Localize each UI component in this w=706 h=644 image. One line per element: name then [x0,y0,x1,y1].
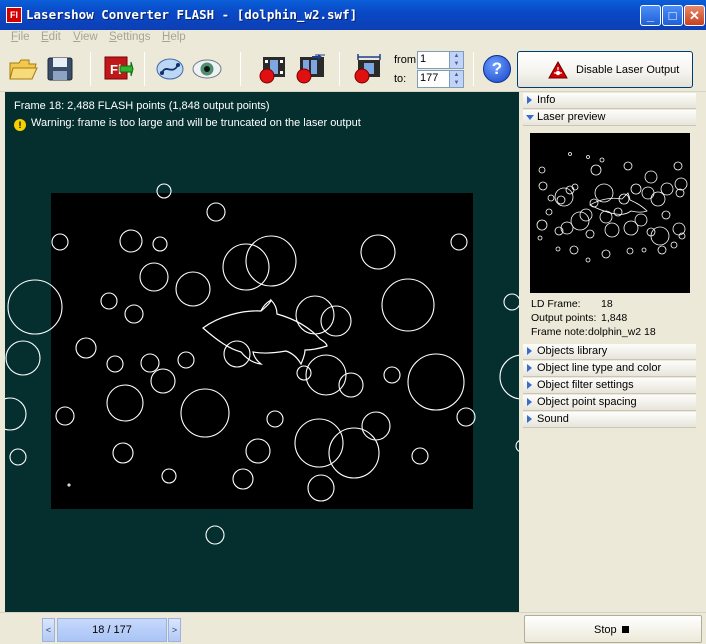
frame-warning: ! Warning: frame is too large and will be… [14,117,361,131]
minimize-button[interactable]: _ [640,5,661,26]
toolbar-separator [90,52,91,86]
eye-icon[interactable] [191,54,223,84]
warning-icon: ! [14,119,26,131]
section-object-line-type-and-color[interactable]: Object line type and color [523,361,696,377]
window-title: Lasershow Converter FLASH - [dolphin_w2.… [26,7,358,22]
chevron-right-icon [527,96,532,104]
previous-frame-button[interactable]: < [42,618,55,642]
section-laser-preview-label: Laser preview [537,111,606,123]
chevron-right-icon [527,364,532,372]
frame-bounds [51,193,473,509]
help-icon: ? [491,59,503,78]
output-points-value: 1,848 [601,312,628,324]
stop-button[interactable]: Stop [524,615,702,643]
section-laser-preview[interactable]: Laser preview [523,110,696,126]
from-frame-stepper[interactable]: 1 ▲ ▼ [417,51,464,69]
chevron-right-icon [527,347,532,355]
frame-note-row: Frame note: dolphin_w2 18 [531,326,656,338]
section-label: Object point spacing [537,396,637,408]
frame-note-key: Frame note: [531,326,588,338]
stop-label: Stop [594,624,617,636]
stepper-arrows-icon[interactable]: ▲ ▼ [449,52,463,68]
disable-laser-output-button[interactable]: Disable Laser Output [517,51,693,88]
record-all-frames-icon[interactable] [294,54,326,84]
section-label: Object filter settings [537,379,634,391]
chevron-right-icon [527,381,532,389]
stop-icon [622,626,629,633]
title-bar: Fl Lasershow Converter FLASH - [dolphin_… [0,0,706,30]
section-objects-library[interactable]: Objects library [523,344,696,360]
warning-text: Warning: frame is too large and will be … [31,117,361,129]
toolbar-separator [240,52,241,86]
to-value: 177 [420,72,439,84]
preview-path-icon[interactable] [154,54,186,84]
record-range-icon[interactable] [352,54,384,84]
laser-preview-drawing [536,152,688,263]
section-info-label: Info [537,94,556,106]
flash-import-icon[interactable]: Fl [102,54,134,84]
section-info[interactable]: Info [523,93,696,109]
open-folder-icon[interactable] [7,54,39,84]
section-label: Object line type and color [537,362,662,374]
side-panel: Info Laser preview LD Frame: 18 Output p… [521,92,701,612]
next-frame-button[interactable]: > [168,618,181,642]
section-sound[interactable]: Sound [523,412,696,428]
menu-view[interactable]: View [73,31,98,43]
menu-edit[interactable]: Edit [41,31,61,43]
to-frame-stepper[interactable]: 177 ▲ ▼ [417,70,464,88]
laser-button-label: Disable Laser Output [576,64,680,76]
output-points-key: Output points: [531,312,597,324]
from-value: 1 [420,53,427,65]
menu-bar: File Edit View Settings Help [0,30,706,46]
record-frame-icon[interactable] [257,54,289,84]
chevron-right-icon: > [171,625,178,635]
stepper-arrows-icon[interactable]: ▲ ▼ [449,71,463,87]
frame-counter: 18 / 177 [57,618,167,642]
chevron-right-icon [527,415,532,423]
save-disk-icon[interactable] [44,54,76,84]
status-bar: < 18 / 177 > Stop [0,612,706,644]
laser-warning-icon [548,61,568,79]
help-button[interactable]: ? [483,55,511,83]
chevron-right-icon [527,398,532,406]
frame-canvas[interactable]: Frame 18: 2,488 FLASH points (1,848 outp… [5,92,519,612]
section-object-point-spacing[interactable]: Object point spacing [523,395,696,411]
toolbar-separator [144,52,145,86]
ld-frame-key: LD Frame: [531,298,581,310]
chevron-down-icon [526,115,534,120]
frame-info: Frame 18: 2,488 FLASH points (1,848 outp… [14,100,270,112]
section-object-filter-settings[interactable]: Object filter settings [523,378,696,394]
menu-help[interactable]: Help [162,31,186,43]
frame-drawing [5,183,519,545]
section-label: Sound [537,413,569,425]
section-label: Objects library [537,345,608,357]
chevron-left-icon: < [45,625,52,635]
to-label: to: [394,73,407,85]
laser-preview-canvas [530,133,690,293]
output-points-row: Output points: 1,848 [531,312,627,324]
ld-frame-row: LD Frame: 18 [531,298,613,310]
ld-frame-value: 18 [601,298,613,310]
toolbar-separator [473,52,474,86]
toolbar-separator [339,52,340,86]
app-icon: Fl [6,7,22,23]
menu-file[interactable]: File [11,31,30,43]
from-label: from: [394,54,420,66]
maximize-button[interactable]: □ [662,5,683,26]
menu-settings[interactable]: Settings [109,31,151,43]
frame-note-value: dolphin_w2 18 [588,326,656,338]
close-button[interactable]: ✕ [684,5,705,26]
